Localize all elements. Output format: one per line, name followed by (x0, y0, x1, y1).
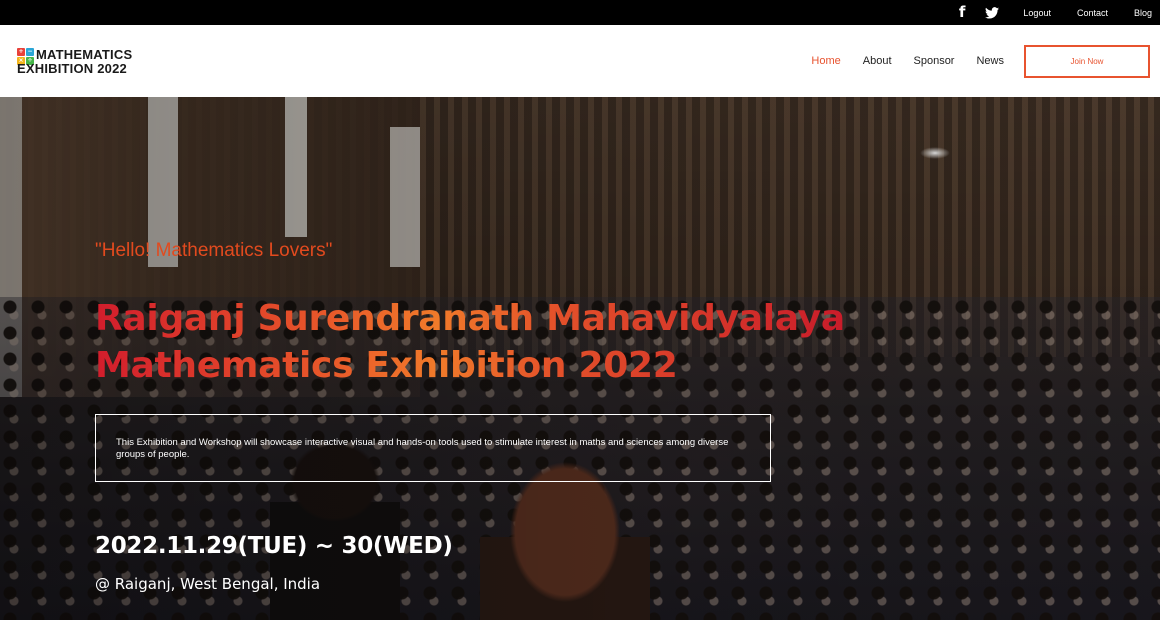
facebook-icon[interactable]: f (959, 5, 966, 20)
hero-section: "Hello! Mathematics Lovers" Raiganj Sure… (0, 97, 1160, 620)
hero-title: Raiganj Surendranath Mahavidyalaya Mathe… (95, 295, 855, 389)
contact-link[interactable]: Contact (1077, 8, 1108, 18)
nav-home[interactable]: Home (811, 55, 840, 67)
event-date: 2022.11.29(TUE) ~ 30(WED) (95, 533, 453, 559)
logo-line-1: MATHEMATICS (36, 47, 133, 62)
hero-greeting: "Hello! Mathematics Lovers" (95, 240, 333, 261)
site-logo[interactable]: + − × ÷ MATHEMATICS EXHIBITION 2022 (17, 48, 132, 76)
plus-icon: + (17, 48, 25, 56)
nav-news[interactable]: News (976, 55, 1004, 67)
nav-sponsor[interactable]: Sponsor (914, 55, 955, 67)
hero-description-box: This Exhibition and Workshop will showca… (95, 414, 771, 482)
top-bar: f Logout Contact Blog (0, 0, 1160, 25)
minus-icon: − (26, 48, 34, 56)
blog-link[interactable]: Blog (1134, 8, 1152, 18)
hero-title-line-2: Mathematics Exhibition 2022 (95, 345, 678, 386)
social-links: f (959, 5, 1000, 20)
logo-text: MATHEMATICS EXHIBITION 2022 (17, 47, 133, 76)
logo-line-2: EXHIBITION 2022 (17, 61, 127, 76)
join-now-button[interactable]: Join Now (1024, 44, 1150, 78)
hero-description: This Exhibition and Workshop will showca… (116, 437, 729, 460)
logout-link[interactable]: Logout (1023, 8, 1051, 18)
nav-about[interactable]: About (863, 55, 892, 67)
hero-title-line-1: Raiganj Surendranath Mahavidyalaya (95, 298, 845, 339)
site-header: + − × ÷ MATHEMATICS EXHIBITION 2022 Home… (0, 25, 1160, 97)
twitter-icon[interactable] (985, 6, 1000, 19)
event-venue: @ Raiganj, West Bengal, India (95, 575, 321, 593)
main-nav: Home About Sponsor News Join Now (811, 25, 1150, 97)
